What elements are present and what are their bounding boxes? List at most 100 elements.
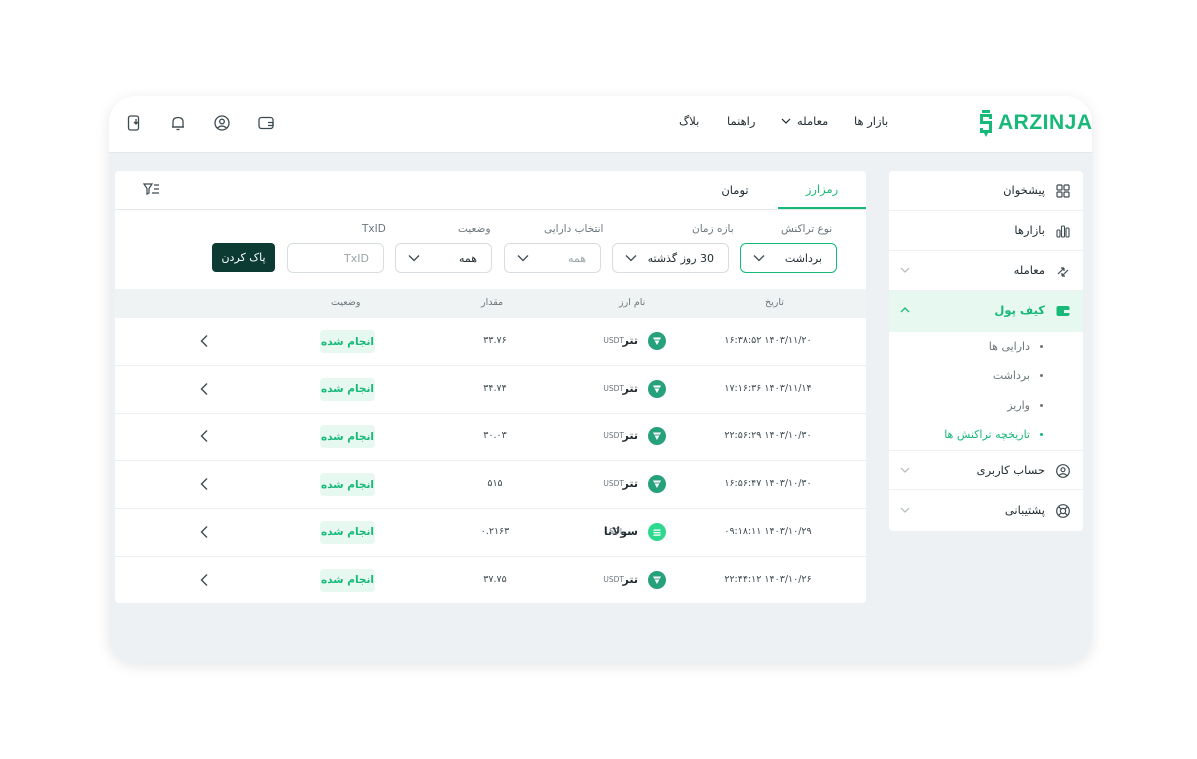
row-date: ۱۴۰۳/۱۱/۲۰ ۱۶:۳۸:۵۲ (724, 335, 812, 346)
chevron-down-icon (517, 255, 529, 262)
sidebar: پیشخوان بازارها معامله کیف پول دارایی ها… (889, 171, 1083, 531)
sidebar-subitem-history[interactable]: تاریخچه تراکنش ها (944, 428, 1043, 441)
header-date: تاریخ (765, 297, 784, 308)
chevron-left-icon[interactable] (199, 429, 209, 443)
asset-select-value: همه (567, 252, 586, 265)
row-amount: ۳۰.۰۳ (483, 430, 507, 442)
row-amount: ۳۴.۷۴ (483, 382, 507, 394)
filter-icon[interactable] (143, 182, 160, 197)
header-status: وضعیت (331, 297, 361, 308)
type-select[interactable]: برداشت (740, 243, 837, 273)
row-coin-symbol: USDT (603, 479, 624, 489)
nav-blog[interactable]: بلاگ (679, 114, 699, 128)
nav-trade[interactable]: معامله (781, 114, 828, 128)
grid-icon (1056, 184, 1070, 198)
tether-icon (648, 332, 666, 350)
currency-tabs: رمزارز تومان (115, 171, 866, 210)
sidebar-item-label: کیف پول (994, 303, 1045, 317)
tether-icon (648, 427, 666, 446)
row-coin-symbol: SOL (609, 526, 624, 536)
chevron-down-icon (625, 255, 637, 262)
table-row[interactable]: ۱۴۰۳/۱۰/۳۰ ۲۲:۵۶:۲۹ تتر USDT ۳۰.۰۳ انجام شده (115, 413, 866, 462)
range-select[interactable]: 30 روز گذشته (612, 243, 729, 273)
table-row[interactable]: ۱۴۰۳/۱۱/۱۴ ۱۷:۱۶:۳۶ تتر USDT ۳۴.۷۴ انجام شده (115, 366, 866, 414)
table-header: تاریخ نام ارز مقدار وضعیت (115, 289, 866, 318)
nav-guide[interactable]: راهنما (727, 114, 755, 128)
chevron-left-icon[interactable] (199, 573, 209, 587)
row-coin-symbol: USDT (603, 574, 624, 584)
user-icon[interactable] (213, 114, 231, 132)
range-filter-label: بازه زمان (692, 223, 734, 235)
row-amount: ۰.۲۱۶۳ (480, 525, 510, 537)
sidebar-subitem-withdraw[interactable]: برداشت (993, 369, 1043, 382)
sidebar-item-label: بازارها (1014, 223, 1045, 237)
logo[interactable]: ARZINJA (977, 109, 1092, 137)
tether-icon (648, 475, 666, 494)
asset-filter-label: انتخاب دارایی (544, 223, 604, 235)
status-select[interactable]: همه (395, 243, 492, 273)
row-coin-name: تتر (622, 477, 638, 491)
bell-icon[interactable] (169, 114, 187, 132)
table-row[interactable]: ۱۴۰۳/۱۰/۲۶ ۲۲:۴۴:۱۲ تتر USDT ۳۷.۷۵ انجام شده (115, 557, 866, 604)
row-amount: ۳۳.۷۶ (483, 335, 507, 346)
exchange-icon (1057, 267, 1069, 277)
lifebuoy-icon (1056, 504, 1070, 518)
table-row[interactable]: ۱۴۰۳/۱۰/۳۰ ۱۶:۵۶:۴۷ تتر USDT ۵۱۵ انجام شده (115, 461, 866, 510)
row-coin-name: تتر (622, 572, 638, 586)
row-date: ۱۴۰۳/۱۰/۲۶ ۲۲:۴۴:۱۲ (724, 573, 812, 585)
tab-crypto[interactable]: رمزارز (778, 171, 866, 209)
asset-select[interactable]: همه (504, 243, 601, 273)
sidebar-subitem-label: تاریخچه تراکنش ها (944, 428, 1030, 441)
bullet (1040, 404, 1043, 407)
sidebar-item-trade[interactable]: معامله (889, 251, 1083, 291)
sidebar-item-markets[interactable]: بازارها (889, 211, 1083, 251)
tab-toman[interactable]: تومان (705, 171, 765, 209)
txid-filter-label: TxID (362, 223, 386, 235)
wallet-icon (1056, 306, 1070, 316)
txid-input[interactable]: TxID (287, 243, 384, 273)
chevron-left-icon[interactable] (199, 334, 209, 348)
row-coin-symbol: USDT (603, 383, 624, 393)
chevron-left-icon[interactable] (199, 382, 209, 396)
sidebar-subitem-label: واریز (1007, 399, 1030, 412)
wallet-icon[interactable] (257, 114, 275, 132)
chevron-down-icon (781, 118, 791, 124)
nav-markets[interactable]: بازار ها (854, 114, 888, 128)
header-amount: مقدار (481, 297, 504, 308)
logo-icon (980, 110, 992, 137)
row-date: ۱۴۰۳/۱۰/۳۰ ۲۲:۵۶:۲۹ (724, 430, 812, 442)
bullet (1040, 374, 1043, 377)
chevron-down-icon (900, 267, 910, 273)
row-coin-name: تتر (622, 429, 638, 443)
bar-chart-icon (1056, 225, 1070, 238)
sidebar-item-label: پشتیبانی (1004, 503, 1045, 517)
status-badge: انجام شده (320, 520, 375, 544)
status-filter-label: وضعیت (458, 223, 491, 235)
mobile-download-icon[interactable] (125, 114, 143, 132)
sidebar-item-support[interactable]: پشتیبانی (889, 491, 1083, 531)
chevron-left-icon[interactable] (199, 525, 209, 539)
row-date: ۱۴۰۳/۱۰/۲۹ ۰۹:۱۸:۱۱ (724, 525, 812, 537)
type-select-value: برداشت (784, 252, 822, 265)
sidebar-item-wallet[interactable]: کیف پول (889, 291, 1083, 332)
table-row[interactable]: ۱۴۰۳/۱۰/۲۹ ۰۹:۱۸:۱۱ سولانا SOL ۰.۲۱۶۳ انجام … (115, 509, 866, 557)
sidebar-item-dashboard[interactable]: پیشخوان (889, 171, 1083, 211)
sidebar-subitem-deposit[interactable]: واریز (1007, 399, 1043, 412)
type-filter-label: نوع تراکنش (781, 223, 833, 235)
transactions-panel: رمزارز تومان نوع تراکنش بازه زمان انتخاب… (115, 171, 866, 603)
tether-icon (648, 379, 666, 398)
table-row[interactable]: ۱۴۰۳/۱۱/۲۰ ۱۶:۳۸:۵۲ تتر USDT ۳۳.۷۶ انجام شده (115, 318, 866, 366)
row-coin-name: تتر (622, 381, 638, 395)
row-coin-symbol: USDT (603, 431, 624, 441)
status-badge: انجام شده (320, 425, 375, 449)
sidebar-subitem-assets[interactable]: دارایی ها (989, 340, 1043, 353)
sidebar-item-label: پیشخوان (1003, 183, 1045, 197)
sidebar-item-label: معامله (1013, 263, 1045, 277)
clear-filters-button[interactable]: پاک کردن (212, 243, 275, 272)
sidebar-subitem-label: برداشت (992, 369, 1030, 382)
chevron-left-icon[interactable] (199, 477, 209, 491)
status-select-value: همه (458, 252, 477, 265)
sidebar-item-account[interactable]: حساب کاربری (889, 450, 1083, 490)
status-badge: انجام شده (320, 473, 375, 497)
chevron-down-icon (900, 467, 910, 473)
